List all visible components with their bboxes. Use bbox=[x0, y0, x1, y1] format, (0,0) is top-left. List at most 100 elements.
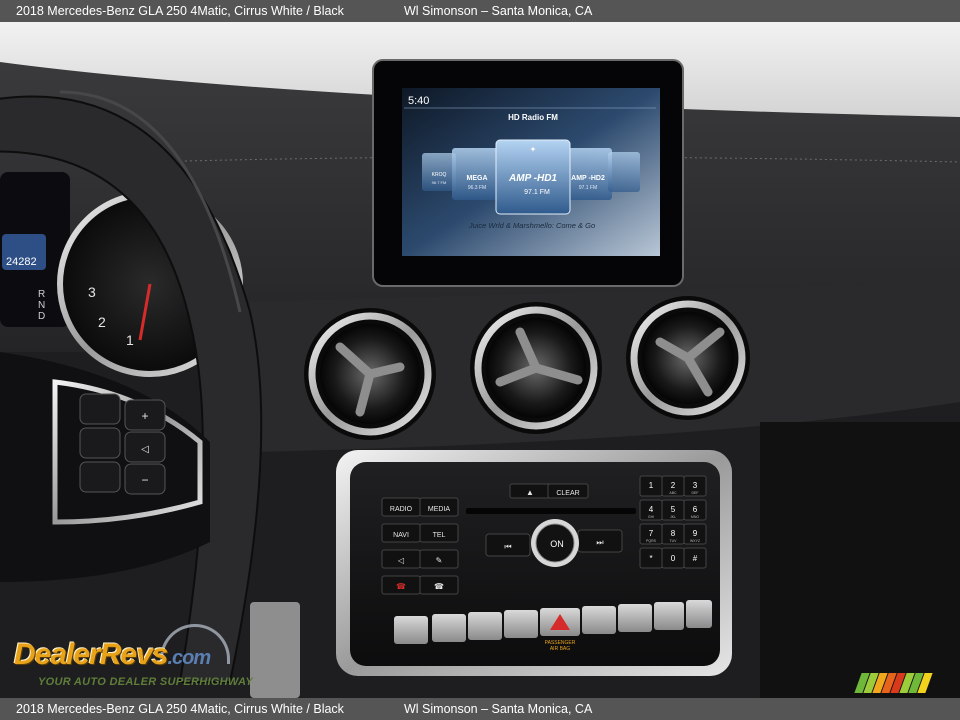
radio-button[interactable]: RADIO bbox=[381, 497, 421, 517]
skip-forward-icon: ⏭ bbox=[596, 538, 603, 547]
navi-button[interactable]: NAVI bbox=[381, 523, 421, 543]
gear-n: N bbox=[38, 300, 45, 311]
keypad-key-8[interactable]: 8TUV bbox=[661, 523, 685, 545]
wheel-phone-button[interactable] bbox=[79, 461, 121, 493]
station-tile-5[interactable] bbox=[608, 152, 640, 192]
keypad-key-hash[interactable]: # bbox=[683, 547, 707, 569]
watermark-brand-suffix: .com bbox=[167, 647, 211, 669]
odometer-reading: 24282 bbox=[6, 256, 37, 268]
climate-button-5[interactable] bbox=[582, 606, 616, 634]
clear-button[interactable]: CLEAR bbox=[547, 483, 589, 499]
station-3-freq: 97.1 FM bbox=[524, 189, 550, 196]
keypad-key-4[interactable]: 4GHI bbox=[639, 499, 663, 521]
station-4-name: AMP -HD2 bbox=[571, 175, 605, 182]
caption-title: 2018 Mercedes-Benz GLA 250 4Matic, Cirru… bbox=[16, 4, 344, 18]
skip-back-icon: ⏮ bbox=[504, 542, 511, 551]
climate-button-4[interactable] bbox=[504, 610, 538, 638]
svg-text:NAVI: NAVI bbox=[393, 532, 409, 539]
hangup-button[interactable]: ☎ bbox=[381, 575, 421, 595]
climate-button-1[interactable] bbox=[394, 616, 428, 644]
screen-clock: 5:40 bbox=[408, 95, 429, 107]
skip-back-button[interactable]: ⏮ bbox=[485, 533, 531, 557]
keypad-key-1[interactable]: 1 bbox=[639, 475, 663, 497]
call-icon: ☎ bbox=[434, 582, 444, 591]
station-tile-2[interactable] bbox=[452, 148, 502, 200]
tel-button[interactable]: TEL bbox=[419, 523, 459, 543]
station-1-freq: 96.7 FM bbox=[432, 180, 447, 185]
plus-icon: + bbox=[141, 409, 148, 423]
keypad-key-0[interactable]: 0 bbox=[661, 547, 685, 569]
keypad-key-star[interactable]: * bbox=[639, 547, 663, 569]
station-2-freq: 96.3 FM bbox=[468, 185, 486, 191]
color-stripes-logo bbox=[854, 673, 934, 693]
station-1-name: KROQ bbox=[432, 172, 447, 178]
tach-number-3: 3 bbox=[88, 284, 96, 300]
caption-title-bottom: 2018 Mercedes-Benz GLA 250 4Matic, Cirru… bbox=[16, 702, 344, 716]
svg-text:6: 6 bbox=[693, 505, 698, 514]
climate-button-2[interactable] bbox=[432, 614, 466, 642]
svg-text:RADIO: RADIO bbox=[390, 506, 413, 513]
keypad-key-9[interactable]: 9WXYZ bbox=[683, 523, 707, 545]
skip-forward-button[interactable]: ⏭ bbox=[577, 529, 623, 553]
climate-button-6[interactable] bbox=[618, 604, 652, 632]
mute-icon: ◁ bbox=[398, 556, 405, 565]
svg-text:WXYZ: WXYZ bbox=[690, 539, 701, 543]
dashboard-photo: 24282 R N D 3 2 1 5:40 HD Radio FM KROQ … bbox=[0, 22, 960, 698]
voice-control-icon: ✎ bbox=[436, 556, 443, 565]
keypad-key-7[interactable]: 7PQRS bbox=[639, 523, 663, 545]
svg-text:7: 7 bbox=[649, 529, 654, 538]
caption-dealer: Wl Simonson – Santa Monica, CA bbox=[404, 4, 593, 18]
dealerrevs-watermark: DealerRevs.com YOUR AUTO DEALER SUPERHIG… bbox=[10, 618, 280, 690]
wheel-back-button[interactable] bbox=[79, 393, 121, 425]
svg-text:DEF: DEF bbox=[692, 491, 699, 495]
station-tile-4[interactable] bbox=[568, 148, 612, 200]
speaker-icon: ◁ bbox=[141, 444, 149, 455]
svg-text:CLEAR: CLEAR bbox=[556, 490, 579, 497]
svg-text:MNO: MNO bbox=[691, 515, 699, 519]
svg-text:2: 2 bbox=[671, 481, 676, 490]
wheel-voice-button[interactable] bbox=[79, 427, 121, 459]
watermark-brand: DealerRevs.com bbox=[14, 638, 211, 672]
media-button[interactable]: MEDIA bbox=[419, 497, 459, 517]
minus-icon: − bbox=[141, 473, 148, 487]
climate-button-3[interactable] bbox=[468, 612, 502, 640]
knob-label: ON bbox=[550, 539, 564, 549]
airbag-label-line2: AIR BAG bbox=[550, 646, 570, 652]
svg-text:1: 1 bbox=[649, 481, 654, 490]
svg-text:*: * bbox=[649, 554, 652, 563]
svg-text:MEDIA: MEDIA bbox=[428, 506, 451, 513]
caption-bar-bottom: 2018 Mercedes-Benz GLA 250 4Matic, Cirru… bbox=[0, 698, 960, 720]
tach-number-1: 1 bbox=[126, 332, 134, 348]
air-vent-left[interactable] bbox=[304, 308, 436, 440]
gear-d: D bbox=[38, 311, 45, 322]
hazard-button[interactable] bbox=[540, 608, 580, 636]
voice-button[interactable]: ✎ bbox=[419, 549, 459, 569]
watermark-tagline: YOUR AUTO DEALER SUPERHIGHWAY bbox=[38, 676, 254, 688]
keypad-key-3[interactable]: 3DEF bbox=[683, 475, 707, 497]
volume-knob[interactable]: ON bbox=[531, 519, 579, 567]
svg-text:TUV: TUV bbox=[670, 539, 678, 543]
svg-text:0: 0 bbox=[671, 554, 676, 563]
tach-number-2: 2 bbox=[98, 314, 106, 330]
svg-text:8: 8 bbox=[671, 529, 676, 538]
keypad-key-5[interactable]: 5JKL bbox=[661, 499, 685, 521]
air-vent-center[interactable] bbox=[470, 302, 602, 434]
mute-button[interactable]: ◁ bbox=[381, 549, 421, 569]
climate-button-7[interactable] bbox=[654, 602, 684, 630]
climate-button-8[interactable] bbox=[686, 600, 712, 628]
svg-text:ABC: ABC bbox=[669, 491, 677, 495]
keypad-key-2[interactable]: 2ABC bbox=[661, 475, 685, 497]
station-logo-icon: ✦ bbox=[530, 145, 537, 154]
station-4-freq: 97.1 FM bbox=[579, 185, 597, 191]
air-vent-right[interactable] bbox=[626, 296, 750, 420]
watermark-brand-name: DealerRevs bbox=[14, 638, 168, 671]
eject-button[interactable]: ▲ bbox=[509, 483, 551, 499]
svg-text:PQRS: PQRS bbox=[646, 539, 657, 543]
call-button[interactable]: ☎ bbox=[419, 575, 459, 595]
hangup-icon: ☎ bbox=[396, 582, 406, 591]
station-2-name: MEGA bbox=[467, 175, 488, 182]
keypad-key-6[interactable]: 6MNO bbox=[683, 499, 707, 521]
cd-slot bbox=[466, 508, 636, 514]
caption-dealer-bottom: Wl Simonson – Santa Monica, CA bbox=[404, 702, 593, 716]
svg-text:5: 5 bbox=[671, 505, 676, 514]
